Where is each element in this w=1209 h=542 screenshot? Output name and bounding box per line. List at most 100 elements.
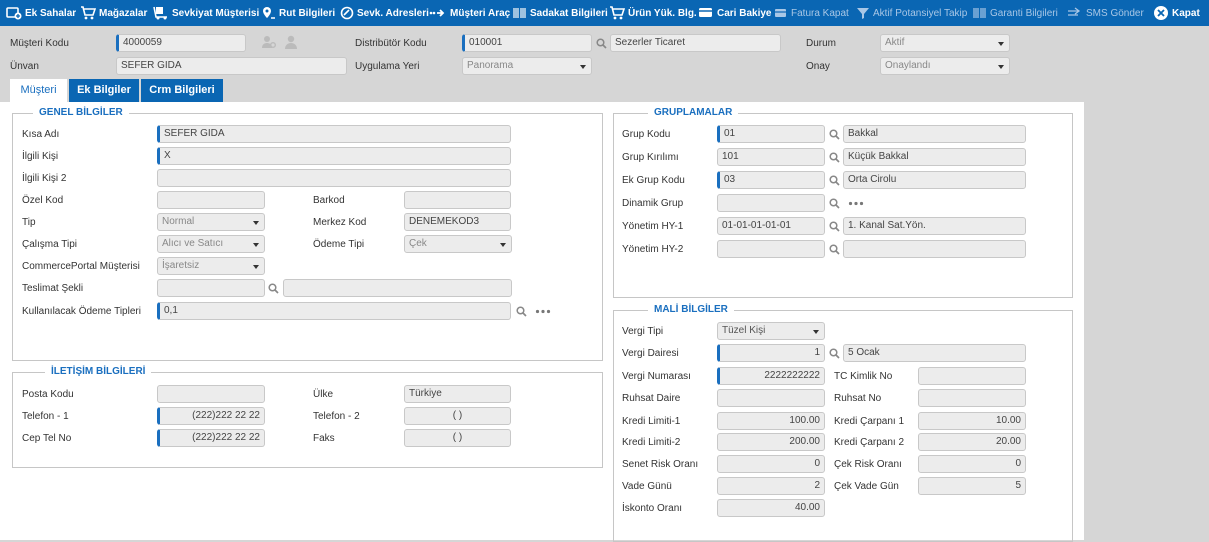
kapat-label: Kapat	[1172, 7, 1200, 19]
tip-select[interactable]: Normal	[157, 213, 265, 231]
search-icon[interactable]	[516, 306, 527, 317]
search-icon[interactable]	[596, 38, 607, 49]
ilgili-kisi2-field[interactable]	[157, 169, 511, 187]
distributor-kodu-field[interactable]: 010001	[462, 34, 592, 52]
fatura-kapat-label: Fatura Kapat	[791, 7, 849, 19]
merkez-kod-field[interactable]: DENEMEKOD3	[404, 213, 511, 231]
user-search-icon[interactable]	[261, 34, 277, 50]
urun-yuk-blg-button[interactable]: Ürün Yük. Blg.	[609, 0, 697, 26]
garanti-bilgileri-button[interactable]: Garanti Bilgileri	[973, 0, 1058, 26]
durum-select[interactable]: Aktif	[880, 34, 1010, 52]
ozel-kod-field[interactable]	[157, 191, 265, 209]
sevkiyat-musterisi-button[interactable]: Sevkiyat Müşterisi	[153, 0, 259, 26]
tab-ek-bilgiler[interactable]: Ek Bilgiler	[69, 79, 139, 102]
yonetim-hy1-adi-field: 1. Kanal Sat.Yön.	[843, 217, 1026, 235]
barkod-field[interactable]	[404, 191, 511, 209]
unvan-field[interactable]: SEFER GIDA	[116, 57, 347, 75]
posta-kodu-label: Posta Kodu	[22, 389, 74, 400]
kredi-limiti1-field[interactable]: 100.00	[717, 412, 825, 430]
sadakat-bilgileri-label: Sadakat Bilgileri	[530, 7, 608, 19]
vergi-tipi-label: Vergi Tipi	[622, 326, 664, 337]
vade-gunu-label: Vade Günü	[622, 481, 672, 492]
cek-risk-field[interactable]: 0	[918, 455, 1026, 473]
kredi-carpani2-label: Kredi Çarpanı 2	[834, 437, 905, 448]
ulke-field[interactable]: Türkiye	[404, 385, 511, 403]
search-icon[interactable]	[829, 129, 840, 140]
search-icon[interactable]	[829, 175, 840, 186]
fatura-kapat-button[interactable]: Fatura Kapat	[774, 0, 849, 26]
vergi-tipi-select[interactable]: Tüzel Kişi	[717, 322, 825, 340]
cari-bakiye-button[interactable]: Cari Bakiye	[698, 0, 771, 26]
dinamik-grup-field[interactable]	[717, 194, 825, 212]
ek-sahalar-button[interactable]: Ek Sahalar	[6, 0, 76, 26]
vergi-numarasi-field[interactable]: 2222222222	[717, 367, 825, 385]
calisma-tipi-select[interactable]: Alıcı ve Satıcı	[157, 235, 265, 253]
rut-bilgileri-button[interactable]: Rut Bilgileri	[262, 0, 335, 26]
musteri-arac-button[interactable]: Müşteri Araç	[429, 0, 510, 26]
ruhsat-no-field[interactable]	[918, 389, 1026, 407]
kredi-carpani1-label: Kredi Çarpanı 1	[834, 416, 905, 427]
kredi-carpani1-field[interactable]: 10.00	[918, 412, 1026, 430]
grup-kodu-label: Grup Kodu	[622, 129, 671, 140]
onay-label: Onay	[806, 61, 830, 72]
faks-field[interactable]: ( )	[404, 429, 511, 447]
kisa-adi-field[interactable]: SEFER GIDA	[157, 125, 511, 143]
odeme-tipi-select[interactable]: Çek	[404, 235, 512, 253]
ek-grup-kodu-label: Ek Grup Kodu	[622, 175, 685, 186]
teslimat-sekli-field[interactable]	[157, 279, 265, 297]
user-icon[interactable]	[283, 34, 299, 50]
distributor-kodu-label: Distribütör Kodu	[355, 38, 427, 49]
ek-grup-kodu-adi-field: Orta Cirolu	[843, 171, 1026, 189]
magazalar-button[interactable]: Mağazalar	[80, 0, 147, 26]
search-icon[interactable]	[829, 198, 840, 209]
cek-vade-field[interactable]: 5	[918, 477, 1026, 495]
senet-risk-field[interactable]: 0	[717, 455, 825, 473]
yonetim-hy1-field[interactable]: 01-01-01-01-01	[717, 217, 825, 235]
search-icon[interactable]	[829, 244, 840, 255]
more-icon[interactable]	[848, 201, 864, 206]
grup-kodu-field[interactable]: 01	[717, 125, 825, 143]
vade-gunu-field[interactable]: 2	[717, 477, 825, 495]
route-pin-icon	[263, 7, 275, 19]
posta-kodu-field[interactable]	[157, 385, 265, 403]
kapat-button[interactable]: Kapat	[1153, 0, 1200, 26]
ek-grup-kodu-field[interactable]: 03	[717, 171, 825, 189]
invoice-icon	[775, 9, 786, 17]
cep-tel-field[interactable]: (222)222 22 22	[157, 429, 265, 447]
ilgili-kisi-field[interactable]: X	[157, 147, 511, 165]
search-icon[interactable]	[829, 152, 840, 163]
uygulama-yeri-select[interactable]: Panorama	[462, 57, 592, 75]
vergi-dairesi-field[interactable]: 1	[717, 344, 825, 362]
search-icon[interactable]	[268, 283, 279, 294]
commerce-portal-select[interactable]: İşaretsiz	[157, 257, 265, 275]
grup-kirilimi-label: Grup Kırılımı	[622, 152, 679, 163]
kredi-limiti2-field[interactable]: 200.00	[717, 433, 825, 451]
sadakat-bilgileri-button[interactable]: Sadakat Bilgileri	[513, 0, 608, 26]
tab-musteri[interactable]: Müşteri	[10, 79, 67, 102]
odeme-tipleri-field[interactable]: 0,1	[157, 302, 511, 320]
sms-gonder-button[interactable]: SMS Gönder	[1067, 0, 1144, 26]
aktif-potansiyel-takip-button[interactable]: Aktif Potansiyel Takip	[856, 0, 967, 26]
ruhsat-daire-field[interactable]	[717, 389, 825, 407]
yonetim-hy2-field[interactable]	[717, 240, 825, 258]
telefon2-field[interactable]: ( )	[404, 407, 511, 425]
grup-kirilimi-field[interactable]: 101	[717, 148, 825, 166]
trolley-icon	[153, 6, 167, 20]
kredi-carpani2-field[interactable]: 20.00	[918, 433, 1026, 451]
barkod-label: Barkod	[313, 195, 345, 206]
more-icon[interactable]	[535, 309, 551, 314]
onay-select[interactable]: Onaylandı	[880, 57, 1010, 75]
telefon1-field[interactable]: (222)222 22 22	[157, 407, 265, 425]
tc-kimlik-field[interactable]	[918, 367, 1026, 385]
mali-bilgiler-title: MALİ BİLGİLER	[648, 304, 734, 316]
arrow-right-icon	[429, 9, 445, 17]
search-icon[interactable]	[829, 221, 840, 232]
sevk-adresleri-label: Sevk. Adresleri	[357, 7, 429, 19]
musteri-kodu-field[interactable]: 4000059	[116, 34, 246, 52]
tab-crm-bilgileri[interactable]: Crm Bilgileri	[141, 79, 223, 102]
rut-bilgileri-label: Rut Bilgileri	[279, 7, 336, 19]
search-icon[interactable]	[829, 348, 840, 359]
card-icon	[699, 8, 712, 17]
sevk-adresleri-button[interactable]: Sevk. Adresleri	[340, 0, 429, 26]
iskonto-orani-field[interactable]: 40.00	[717, 499, 825, 517]
